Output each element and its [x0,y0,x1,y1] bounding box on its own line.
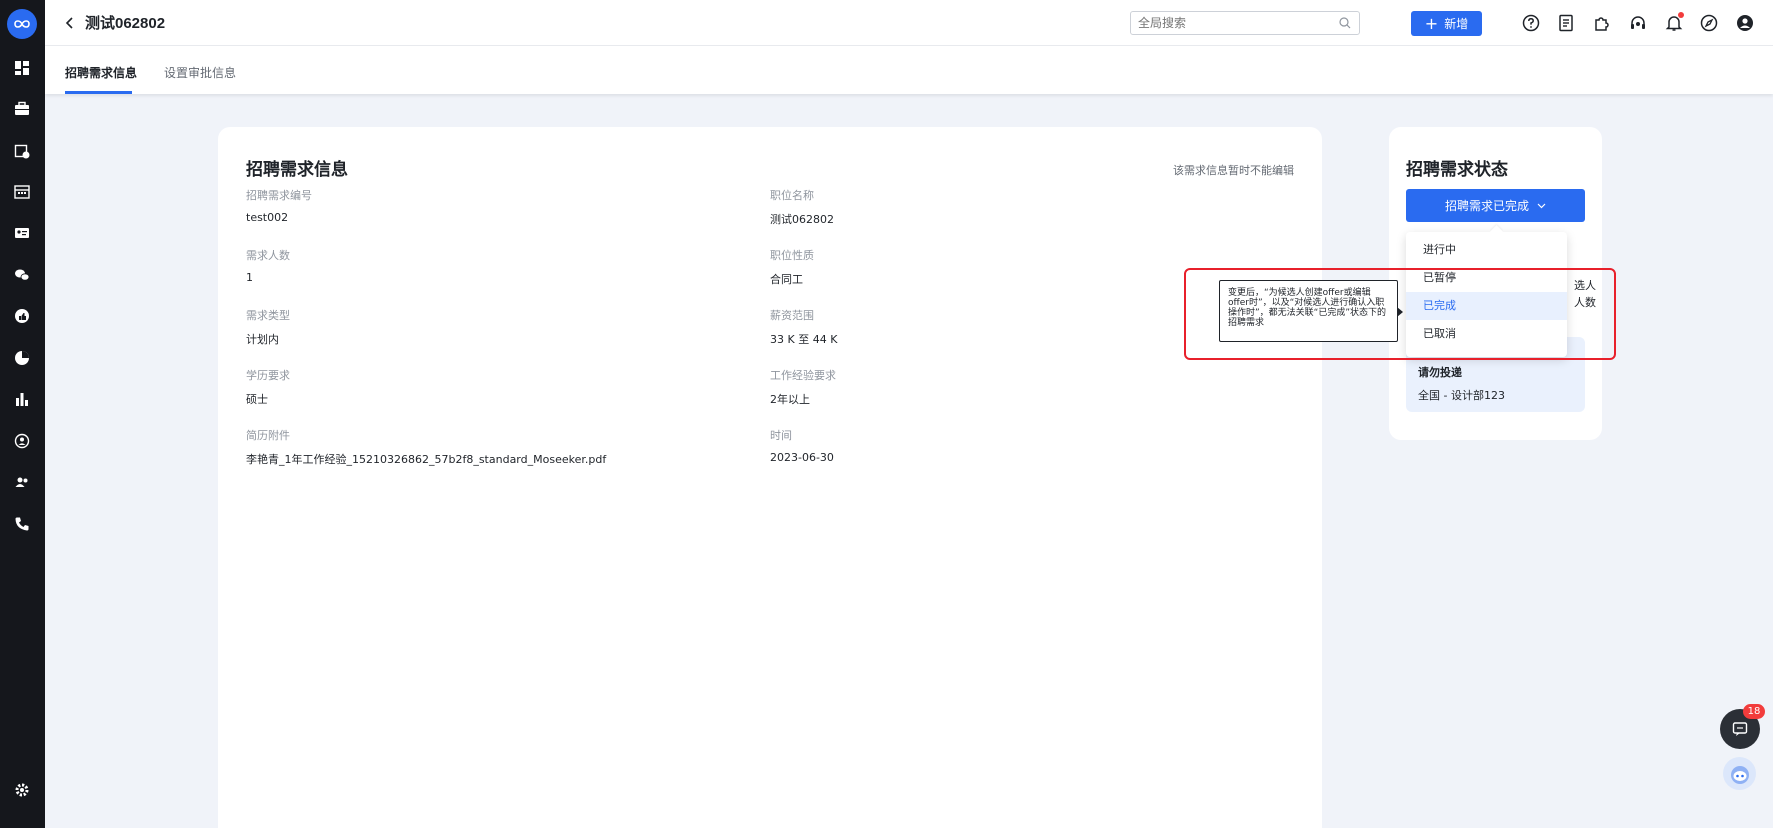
field-position-type: 职位性质 合同工 [770,247,814,287]
compass-icon[interactable] [1699,13,1719,33]
info-box-line: 全国 - 设计部123 [1418,389,1505,402]
field-value: 1 [246,271,253,284]
field-label: 简历附件 [246,429,290,442]
status-title: 招聘需求状态 [1406,160,1508,180]
status-option-in-progress[interactable]: 进行中 [1406,236,1567,264]
info-box-line: 请勿投递 [1418,366,1462,379]
logo-icon[interactable] [7,9,37,39]
field-label: 职位性质 [770,249,814,262]
notification-dot [1678,12,1684,18]
field-value: 硕士 [246,393,268,406]
search-input[interactable] [1131,12,1321,34]
field-value: 2023-06-30 [770,451,834,464]
new-button-label: 新增 [1444,17,1469,31]
tab-requirement-info[interactable]: 招聘需求信息 [65,64,137,81]
edit-note: 该需求信息暂时不能编辑 [1173,164,1294,177]
plus-icon: + [1424,13,1439,33]
field-label: 职位名称 [770,189,814,202]
help-icon[interactable] [1521,13,1541,33]
field-education: 学历要求 硕士 [246,367,290,407]
id-card-icon[interactable] [13,224,31,242]
wechat-icon[interactable] [13,266,31,284]
field-position-name: 职位名称 测试062802 [770,187,834,227]
attachment-link[interactable]: 李艳青_1年工作经验_15210326862_57b2f8_standard_M… [246,451,606,467]
field-headcount: 需求人数 1 [246,247,290,284]
sidebar [0,0,45,828]
pie-chart-icon[interactable] [13,349,31,367]
field-experience: 工作经验要求 2年以上 [770,367,836,407]
field-label: 薪资范围 [770,309,814,322]
field-salary-range: 薪资范围 33 K 至 44 K [770,307,837,347]
global-search [1130,11,1360,35]
field-requirement-type: 需求类型 计划内 [246,307,290,347]
document-icon[interactable] [1556,13,1576,33]
field-label: 需求人数 [246,249,290,262]
status-button-label: 招聘需求已完成 [1444,199,1529,213]
status-dropdown-button[interactable]: 招聘需求已完成 [1406,189,1585,222]
person-circle-icon[interactable] [13,432,31,450]
back-arrow-icon[interactable] [63,15,77,31]
field-label: 招聘需求编号 [246,189,312,202]
dashboard-icon[interactable] [13,59,31,77]
requirement-info-card: 招聘需求信息 该需求信息暂时不能编辑 招聘需求编号 test002 职位名称 测… [218,127,1322,828]
field-label: 需求类型 [246,309,290,322]
search-icon[interactable] [1339,17,1351,29]
user-icon[interactable] [1735,13,1755,33]
thumbs-up-icon[interactable] [13,307,31,325]
new-button[interactable]: + 新增 [1411,11,1482,36]
briefcase-icon[interactable] [13,100,31,118]
settings-icon[interactable] [13,781,31,799]
field-label: 时间 [770,429,792,442]
field-value: 测试062802 [770,213,834,226]
field-label: 工作经验要求 [770,369,836,382]
field-value: 33 K 至 44 K [770,333,838,346]
field-date: 时间 2023-06-30 [770,427,834,464]
page-title: 测试062802 [85,15,166,32]
tab-bar: 招聘需求信息 设置审批信息 [45,46,1773,94]
chat-unread-badge: 18 [1743,704,1765,719]
active-tab-indicator [65,91,132,94]
bar-chart-icon[interactable] [13,390,31,408]
schedule-icon[interactable] [13,183,31,201]
field-value: test002 [246,211,289,224]
chat-icon [1732,722,1748,736]
highlight-frame [1184,268,1616,360]
phone-icon[interactable] [13,515,31,533]
field-value: 2年以上 [770,393,810,406]
field-resume-attachment: 简历附件 李艳青_1年工作经验_15210326862_57b2f8_stand… [246,427,606,467]
calendar-check-icon[interactable] [13,142,31,160]
field-value: 合同工 [770,273,803,286]
headset-icon[interactable] [1628,13,1648,33]
top-header: 测试062802 + 新增 [45,0,1773,46]
field-label: 学历要求 [246,369,290,382]
card-title: 招聘需求信息 [246,160,348,180]
tab-approval-settings[interactable]: 设置审批信息 [164,64,236,81]
chevron-down-icon [1537,203,1546,209]
field-requirement-id: 招聘需求编号 test002 [246,187,312,224]
field-value: 计划内 [246,333,279,346]
bell-icon[interactable] [1664,12,1684,33]
assistant-bot-icon[interactable] [1723,757,1756,790]
team-icon[interactable] [13,473,31,491]
plugin-icon[interactable] [1592,13,1612,33]
